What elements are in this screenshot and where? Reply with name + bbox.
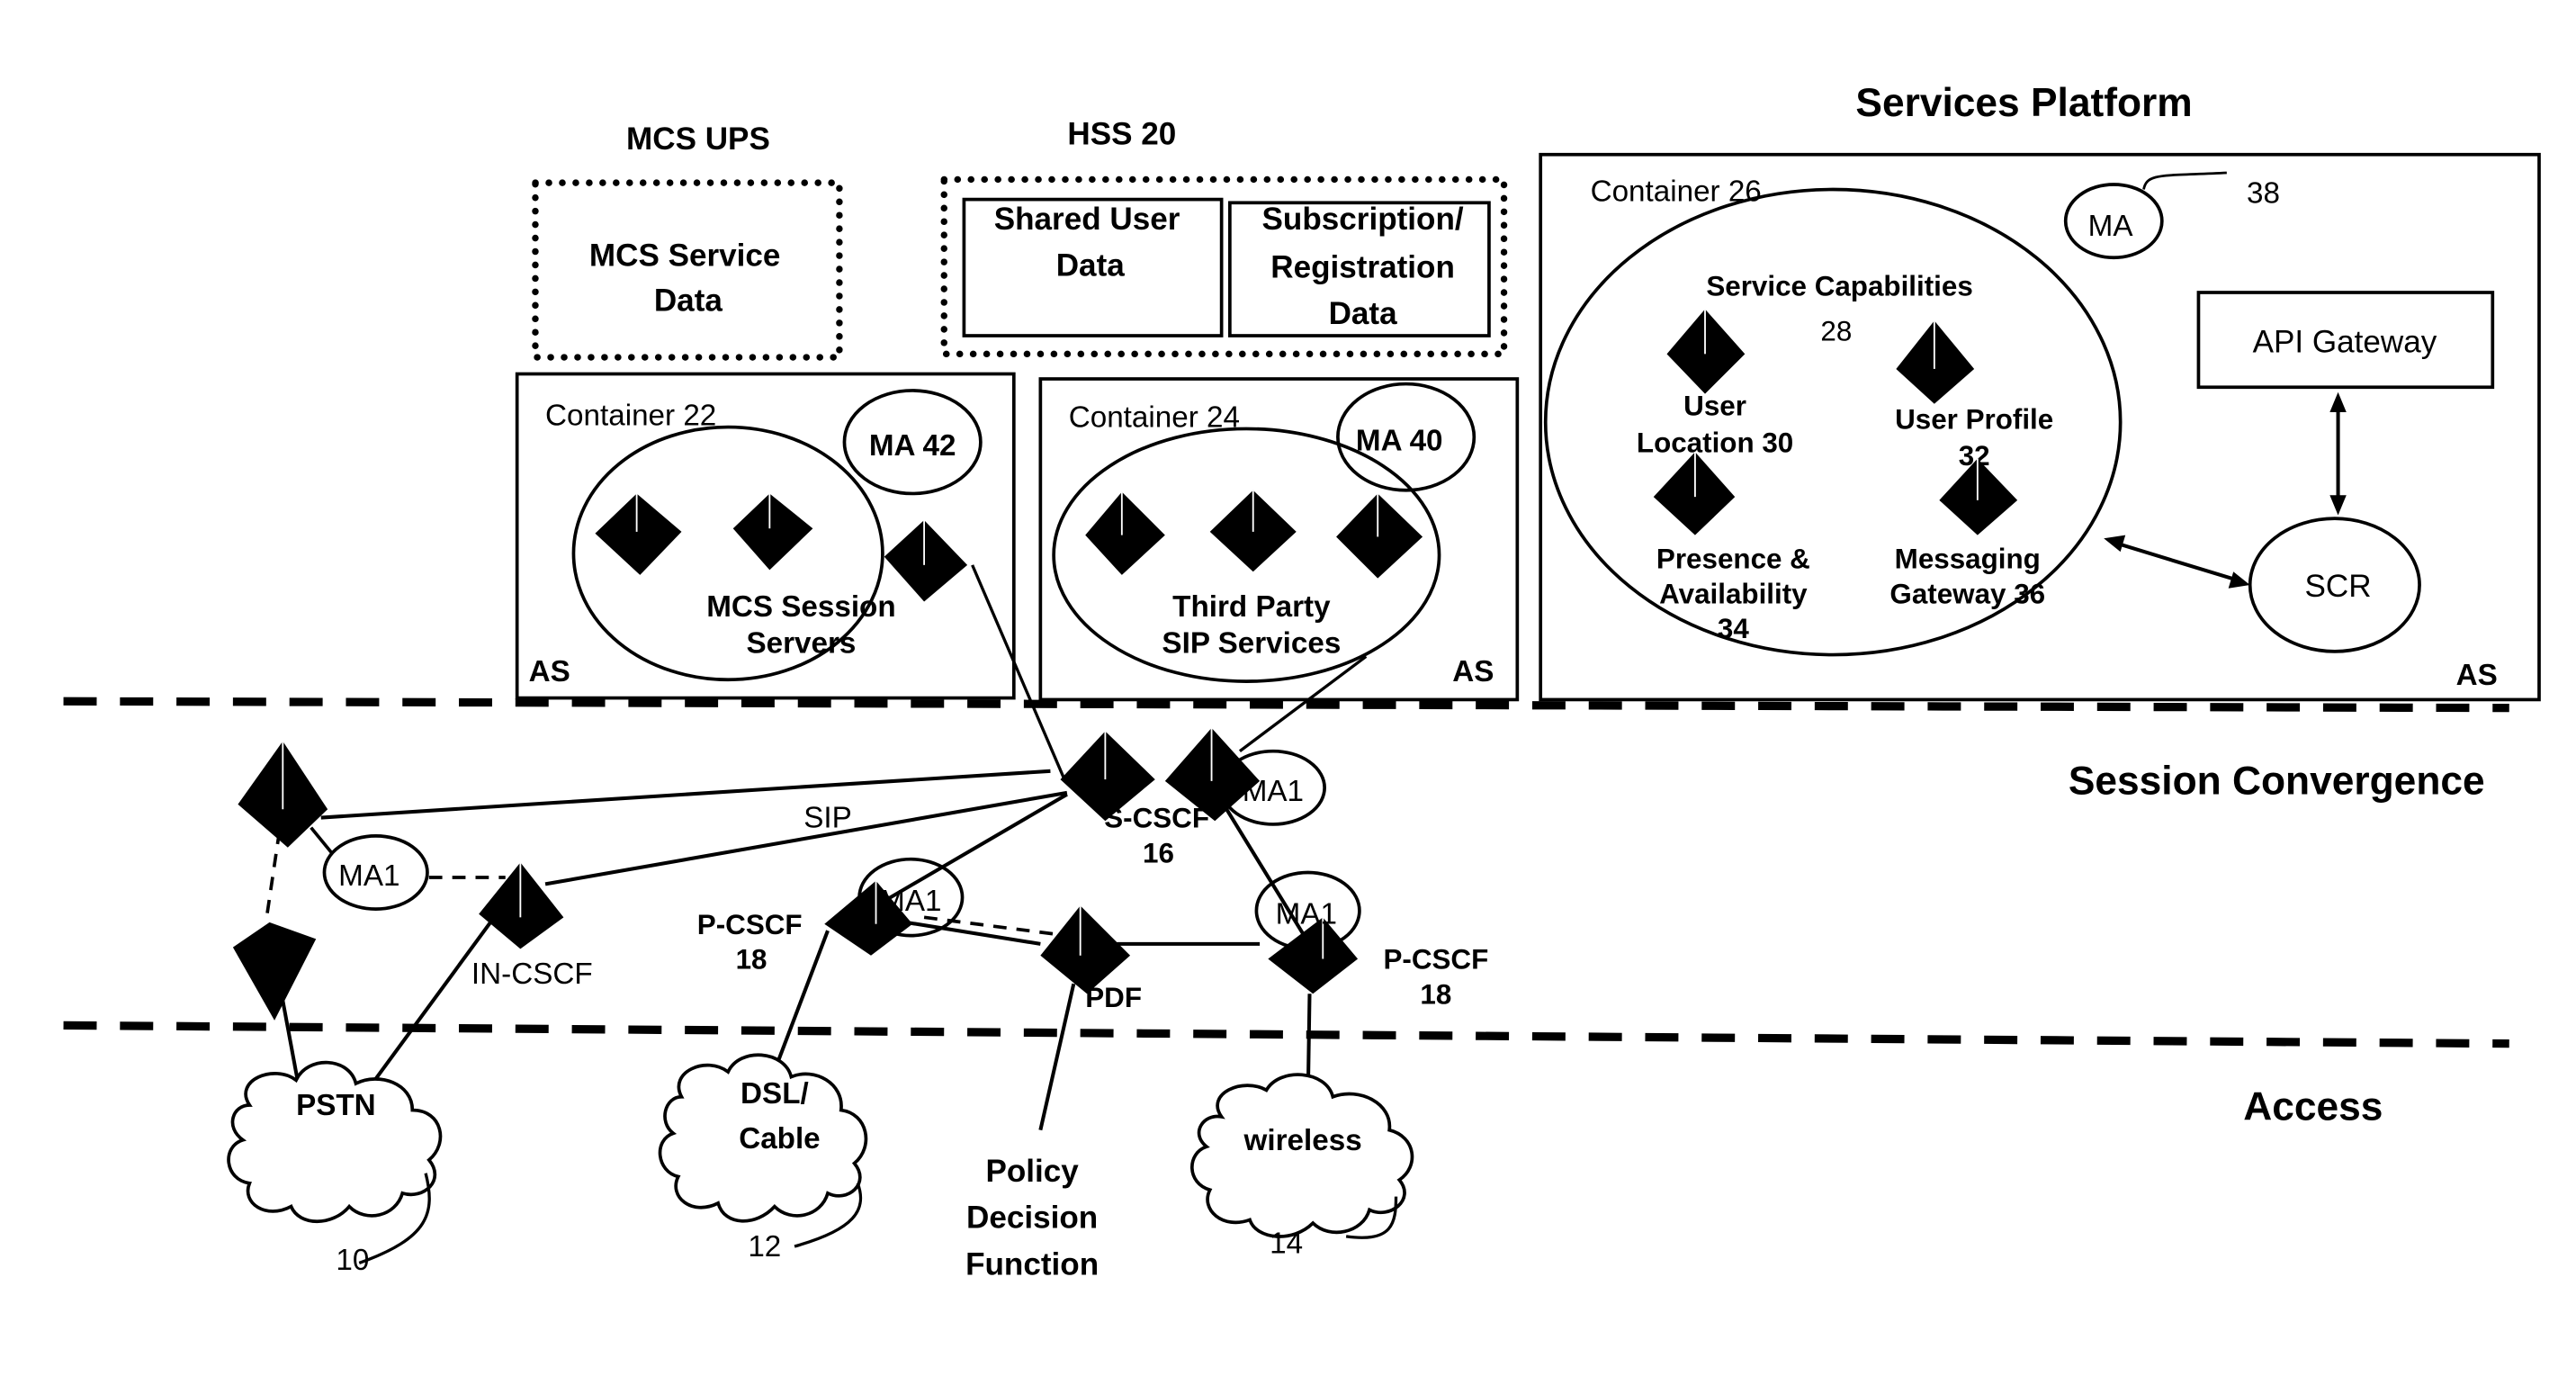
pdf-pyramid-icon bbox=[1040, 905, 1131, 994]
service-capabilities-label-2: 28 bbox=[1820, 316, 1852, 347]
in-cscf-to-pstn-link bbox=[361, 895, 511, 1098]
ma1-left-label: MA1 bbox=[338, 859, 399, 893]
mcs-session-servers-label-2: Servers bbox=[746, 627, 856, 661]
user-location-label-1: User bbox=[1683, 391, 1746, 422]
layer-label-access: Access bbox=[2243, 1085, 2383, 1129]
access-networks: PSTN 10 DSL/ Cable 12 Policy Decision Fu… bbox=[227, 1053, 1414, 1282]
container-24: Container 24 MA 40 Third Party SIP Servi… bbox=[1038, 377, 1520, 702]
ma-40-label: MA 40 bbox=[1356, 424, 1443, 457]
ma1-p-cscf-right-label: MA1 bbox=[1276, 898, 1337, 931]
pstn-cloud-icon bbox=[227, 1060, 443, 1224]
network-architecture-diagram: Services Platform Session Convergence Ac… bbox=[63, 81, 2541, 1282]
p-cscf-left-label-2: 18 bbox=[736, 944, 767, 976]
pdf-label: PDF bbox=[1085, 982, 1142, 1013]
mcs-ups: MCS UPS MCS Service Data bbox=[532, 121, 843, 361]
media-gateway-pyramid-icon bbox=[232, 922, 317, 1021]
shared-user-data-label-1: Shared User bbox=[994, 202, 1180, 237]
layer-label-services-platform: Services Platform bbox=[1855, 81, 2192, 125]
mcs-service-data-label-1: MCS Service bbox=[589, 238, 781, 273]
service-capabilities-label-1: Service Capabilities bbox=[1706, 271, 1972, 302]
dsl-label-2: Cable bbox=[739, 1122, 820, 1156]
pstn-ref: 10 bbox=[336, 1244, 369, 1277]
pstn-label: PSTN bbox=[296, 1089, 376, 1122]
ma1-p-cscf-left-label: MA1 bbox=[880, 885, 941, 918]
mcs-session-servers-label-1: MCS Session bbox=[706, 590, 895, 624]
container-22-title: Container 22 bbox=[545, 400, 716, 433]
hss-20: HSS 20 Shared User Data Subscription/ Re… bbox=[940, 117, 1508, 358]
ma-38-ref: 38 bbox=[2247, 176, 2280, 210]
policy-label-3: Function bbox=[965, 1246, 1099, 1282]
container-26: Container 26 MA 38 Service Capabilities … bbox=[1539, 152, 2541, 702]
container-22: Container 22 MA 42 MCS Session Servers A… bbox=[515, 372, 1016, 700]
wireless-label: wireless bbox=[1243, 1124, 1362, 1157]
presence-label-1: Presence & bbox=[1656, 544, 1810, 575]
user-location-label-2: Location 30 bbox=[1637, 427, 1793, 458]
s-cscf-label-2: 16 bbox=[1143, 837, 1174, 868]
container-26-as-label: AS bbox=[2456, 659, 2498, 692]
p-cscf-right-label-2: 18 bbox=[1420, 978, 1451, 1010]
messaging-gateway-label-1: Messaging bbox=[1895, 544, 2041, 575]
shared-user-data-label-2: Data bbox=[1056, 248, 1126, 283]
wireless-ref: 14 bbox=[1270, 1227, 1303, 1260]
sip-link-top bbox=[320, 769, 1051, 820]
user-profile-label-1: User Profile bbox=[1895, 403, 2053, 435]
ma-42-label: MA 42 bbox=[869, 429, 956, 463]
dsl-ref: 12 bbox=[748, 1230, 781, 1264]
api-gateway-label: API Gateway bbox=[2253, 324, 2437, 359]
policy-label-2: Decision bbox=[966, 1201, 1098, 1236]
presence-label-3: 34 bbox=[1718, 613, 1749, 644]
hss-title: HSS 20 bbox=[1067, 117, 1176, 152]
mcs-service-data-label-2: Data bbox=[654, 283, 723, 318]
third-party-label-1: Third Party bbox=[1172, 590, 1331, 624]
p-cscf-right-label-1: P-CSCF bbox=[1383, 944, 1488, 976]
container-22-as-label: AS bbox=[529, 655, 570, 688]
sip-label: SIP bbox=[803, 802, 852, 835]
policy-label-1: Policy bbox=[985, 1154, 1079, 1189]
third-party-label-2: SIP Services bbox=[1162, 627, 1341, 661]
layer-label-session-convergence: Session Convergence bbox=[2069, 760, 2485, 804]
s-cscf-label-1: S-CSCF bbox=[1104, 803, 1209, 834]
gateway-dashed-link bbox=[265, 831, 282, 922]
scr-label: SCR bbox=[2305, 569, 2372, 604]
dsl-label-1: DSL/ bbox=[740, 1077, 809, 1111]
layer-divider-session-access bbox=[63, 1021, 2509, 1048]
in-cscf-pyramid-icon bbox=[479, 862, 564, 949]
session-nodes: MA1 IN-CSCF SIP MA1 S-CSCF 16 MA1 P-CSCF… bbox=[232, 727, 1488, 1021]
pdf-to-policy-link bbox=[1038, 983, 1076, 1131]
subscription-label-3: Data bbox=[1329, 296, 1398, 331]
container-24-as-label: AS bbox=[1452, 655, 1494, 688]
in-cscf-label: IN-CSCF bbox=[471, 958, 593, 991]
ma1-s-cscf-label: MA1 bbox=[1243, 775, 1304, 808]
messaging-gateway-label-2: Gateway 36 bbox=[1889, 578, 2045, 609]
subscription-label-1: Subscription/ bbox=[1262, 202, 1464, 237]
mcs-ups-title: MCS UPS bbox=[626, 121, 770, 157]
presence-label-2: Availability bbox=[1659, 578, 1808, 609]
subscription-label-2: Registration bbox=[1270, 249, 1455, 284]
ma-38-label: MA bbox=[2088, 210, 2134, 243]
layer-divider-services-session bbox=[63, 697, 2509, 713]
p-cscf-left-label-1: P-CSCF bbox=[697, 909, 803, 940]
